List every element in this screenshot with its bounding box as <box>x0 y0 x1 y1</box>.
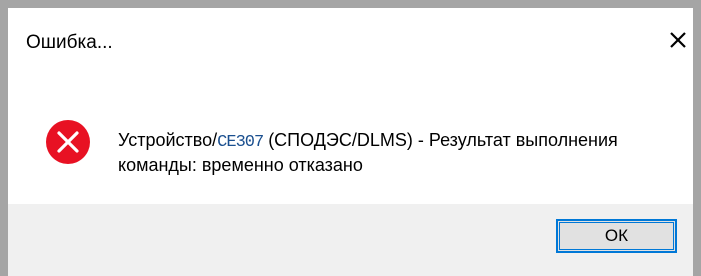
ok-button-focus-ring <box>559 222 674 250</box>
device-model: CE307 <box>217 133 264 152</box>
error-dialog: Ошибка... Устройство/CE307 (СПОДЭС/DLMS)… <box>0 0 701 276</box>
ok-button[interactable]: ОК <box>556 219 677 253</box>
error-message: Устройство/CE307 (СПОДЭС/DLMS) - Результ… <box>118 129 693 177</box>
close-icon <box>670 32 686 48</box>
message-prefix: Устройство/ <box>118 130 218 150</box>
dialog-content: Устройство/CE307 (СПОДЭС/DLMS) - Результ… <box>8 72 693 212</box>
dialog-title: Ошибка... <box>26 32 113 53</box>
title-bar: Ошибка... <box>8 8 693 72</box>
close-button[interactable] <box>663 26 693 56</box>
error-icon <box>46 120 90 164</box>
button-bar: ОК <box>8 204 693 276</box>
